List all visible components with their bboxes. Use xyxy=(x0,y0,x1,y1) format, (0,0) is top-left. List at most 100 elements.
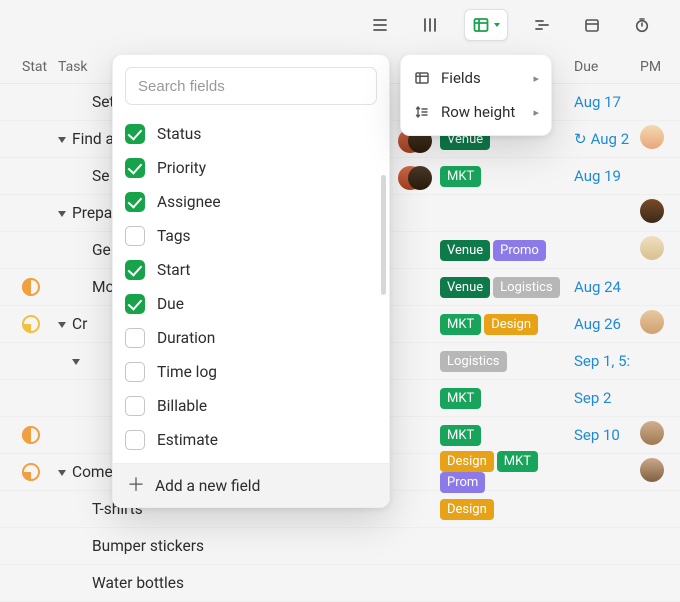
table-row[interactable]: Bumper stickers xyxy=(0,528,680,565)
col-header-status[interactable]: Stat xyxy=(22,59,58,75)
field-toggle[interactable]: Estimate xyxy=(125,423,377,457)
table-columns-icon xyxy=(413,69,431,87)
field-toggle[interactable]: Priority xyxy=(125,151,377,185)
due-date[interactable]: ↻Aug 2 xyxy=(574,130,640,148)
tag-chip[interactable]: Promo xyxy=(493,240,546,261)
disclosure-triangle-icon[interactable] xyxy=(58,322,66,328)
disclosure-triangle-icon[interactable] xyxy=(58,211,66,217)
field-toggle[interactable]: Billable xyxy=(125,389,377,423)
assignee-avatars[interactable] xyxy=(398,166,430,190)
checkbox-icon xyxy=(125,328,145,348)
menu-item-row-height[interactable]: Row height ▸ xyxy=(401,95,551,129)
field-label: Assignee xyxy=(157,193,221,211)
field-toggle[interactable]: Assignee xyxy=(125,185,377,219)
add-field-label: Add a new field xyxy=(155,477,260,495)
pm-avatar[interactable] xyxy=(640,236,664,260)
fields-search-input[interactable] xyxy=(125,67,377,105)
due-date[interactable]: Aug 24 xyxy=(574,278,640,296)
disclosure-triangle-icon[interactable] xyxy=(58,137,66,143)
pm-avatar[interactable] xyxy=(640,421,664,445)
field-toggle[interactable]: Start xyxy=(125,253,377,287)
status-indicator xyxy=(22,278,40,296)
row-height-icon xyxy=(413,103,431,121)
due-date[interactable]: Aug 17 xyxy=(574,93,640,111)
fields-popover: Status Priority Assignee Tags Start Due Durati… xyxy=(112,54,390,508)
field-toggle[interactable]: Tags xyxy=(125,219,377,253)
due-date[interactable]: Aug 19 xyxy=(574,167,640,185)
status-indicator xyxy=(22,463,40,481)
field-toggle[interactable]: Duration xyxy=(125,321,377,355)
field-toggle[interactable]: Status xyxy=(125,117,377,151)
view-toolbar xyxy=(0,0,680,50)
tag-chip[interactable]: Design xyxy=(484,314,538,335)
checkbox-icon xyxy=(125,396,145,416)
field-toggle[interactable]: Due xyxy=(125,287,377,321)
due-date[interactable]: Sep 10 xyxy=(574,426,640,444)
disclosure-triangle-icon[interactable] xyxy=(72,359,80,365)
field-label: Estimate xyxy=(157,431,218,449)
checkbox-icon xyxy=(125,158,145,178)
checkbox-icon xyxy=(125,260,145,280)
tag-chip[interactable]: Design xyxy=(440,451,494,472)
checkbox-icon xyxy=(125,362,145,382)
checkbox-icon xyxy=(125,430,145,450)
tag-chip[interactable]: Prom xyxy=(440,472,485,493)
fields-list: Status Priority Assignee Tags Start Due Durati… xyxy=(113,117,389,463)
status-indicator xyxy=(22,315,40,333)
caret-down-icon xyxy=(494,23,500,27)
tag-chip[interactable]: Design xyxy=(440,499,494,520)
menu-item-fields-label: Fields xyxy=(441,69,481,87)
task-name: Come xyxy=(72,463,113,481)
chevron-right-icon: ▸ xyxy=(533,72,539,85)
task-name: Prepa xyxy=(72,204,112,222)
field-label: Duration xyxy=(157,329,215,347)
tag-chip[interactable]: MKT xyxy=(440,314,481,335)
pm-avatar[interactable] xyxy=(640,458,664,482)
pm-avatar[interactable] xyxy=(640,199,664,223)
task-name: Se xyxy=(92,167,109,185)
field-label: Start xyxy=(157,261,190,279)
table-row[interactable]: Water bottles xyxy=(0,565,680,602)
menu-item-row-height-label: Row height xyxy=(441,103,515,121)
field-label: Time log xyxy=(157,363,217,381)
view-calendar-icon[interactable] xyxy=(576,9,608,41)
tag-chip[interactable]: MKT xyxy=(440,425,481,446)
status-indicator xyxy=(22,426,40,444)
tag-chip[interactable]: Venue xyxy=(440,277,490,298)
task-name: Find a xyxy=(72,130,114,148)
pm-avatar[interactable] xyxy=(640,125,664,149)
due-date[interactable]: Sep 2 xyxy=(574,389,640,407)
task-name: Water bottles xyxy=(92,574,184,592)
col-header-due[interactable]: Due xyxy=(574,59,640,75)
col-header-pm[interactable]: PM xyxy=(640,59,680,75)
tag-chip[interactable]: MKT xyxy=(440,388,481,409)
view-timer-icon[interactable] xyxy=(626,9,658,41)
add-field-button[interactable]: ＋ Add a new field xyxy=(113,463,389,507)
due-date[interactable]: Aug 26 xyxy=(574,315,640,333)
tag-chip[interactable]: MKT xyxy=(440,166,481,187)
tag-chip[interactable]: Logistics xyxy=(440,351,507,372)
task-name: Bumper stickers xyxy=(92,537,204,555)
field-label: Tags xyxy=(157,227,191,245)
scrollbar-thumb[interactable] xyxy=(381,175,386,295)
disclosure-triangle-icon[interactable] xyxy=(58,470,66,476)
due-date[interactable]: Sep 1, 5: xyxy=(574,352,640,370)
menu-item-fields[interactable]: Fields ▸ xyxy=(401,61,551,95)
task-name: Ge xyxy=(92,241,111,259)
view-table-button[interactable] xyxy=(464,9,508,41)
field-label: Billable xyxy=(157,397,207,415)
field-toggle[interactable]: Time log xyxy=(125,355,377,389)
field-label: Priority xyxy=(157,159,206,177)
view-list-icon[interactable] xyxy=(364,9,396,41)
pm-avatar[interactable] xyxy=(640,310,664,334)
view-timeline-icon[interactable] xyxy=(526,9,558,41)
tag-chip[interactable]: Venue xyxy=(440,240,490,261)
checkbox-icon xyxy=(125,124,145,144)
tag-chip[interactable]: Logistics xyxy=(493,277,560,298)
field-label: Due xyxy=(157,295,184,313)
field-label: Status xyxy=(157,125,201,143)
checkbox-icon xyxy=(125,192,145,212)
view-board-icon[interactable] xyxy=(414,9,446,41)
tag-chip[interactable]: MKT xyxy=(497,451,538,472)
checkbox-icon xyxy=(125,294,145,314)
